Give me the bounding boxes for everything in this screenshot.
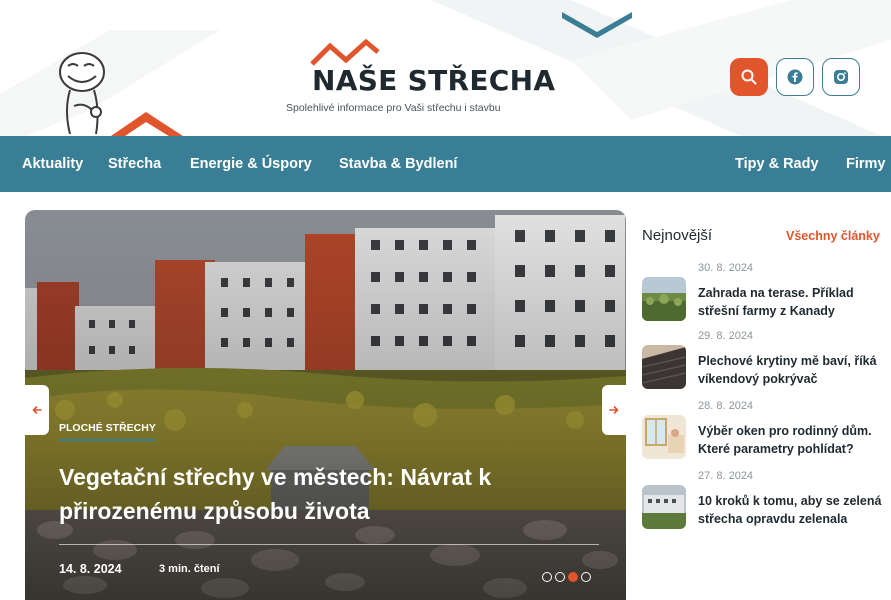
- hero-divider: [59, 544, 599, 545]
- nav-item-stavba-bydleni[interactable]: Stavba & Bydlení: [339, 136, 457, 192]
- nav-item-strecha[interactable]: Střecha: [108, 136, 161, 192]
- slider-prev-button[interactable]: [25, 385, 49, 435]
- slider-dots: [542, 572, 591, 582]
- site-name: NAŠE STŘECHA: [312, 64, 556, 97]
- article-read-time: 3 min. čtení: [159, 563, 220, 575]
- main-navigation: Aktuality Střecha Energie & Úspory Stavb…: [0, 136, 891, 192]
- slider-dot[interactable]: [555, 572, 565, 582]
- category-underline: [59, 439, 155, 441]
- search-button[interactable]: [730, 58, 768, 96]
- article-thumbnail: [642, 345, 686, 389]
- article-thumbnail: [642, 415, 686, 459]
- facebook-button[interactable]: [776, 58, 814, 96]
- article-date: 14. 8. 2024: [59, 562, 122, 576]
- instagram-button[interactable]: [822, 58, 860, 96]
- nav-item-energie-uspory[interactable]: Energie & Úspory: [190, 136, 312, 192]
- slider-dot[interactable]: [581, 572, 591, 582]
- article-date: 29. 8. 2024: [698, 330, 754, 342]
- arrow-left-icon: [32, 406, 42, 414]
- all-articles-link[interactable]: Všechny články: [786, 229, 880, 243]
- nav-item-aktuality[interactable]: Aktuality: [22, 136, 83, 192]
- article-category[interactable]: PLOCHÉ STŘECHY: [59, 422, 156, 434]
- article-date: 28. 8. 2024: [698, 400, 754, 412]
- instagram-icon: [834, 70, 848, 84]
- site-tagline: Spolehlivé informace pro Vaši střechu i …: [286, 102, 501, 114]
- chevron-shape: [562, 12, 632, 38]
- facebook-icon: [787, 69, 803, 85]
- hero-photo: [25, 210, 626, 600]
- article-date: 30. 8. 2024: [698, 262, 754, 274]
- nav-item-firmy[interactable]: Firmy: [846, 136, 886, 192]
- site-logo[interactable]: NAŠE STŘECHA Spolehlivé informace pro Va…: [286, 38, 576, 118]
- slider-dot-active[interactable]: [568, 572, 578, 582]
- site-header: NAŠE STŘECHA Spolehlivé informace pro Va…: [0, 0, 891, 138]
- article-title[interactable]: Zahrada na terase. Příklad střešní farmy…: [698, 284, 888, 320]
- latest-articles: Nejnovější Všechny články 30. 8. 2024 Za…: [642, 210, 891, 600]
- search-icon: [741, 69, 757, 85]
- nav-item-tipy-rady[interactable]: Tipy & Rady: [735, 136, 819, 192]
- header-actions: [730, 58, 860, 96]
- article-date: 27. 8. 2024: [698, 470, 754, 482]
- arrow-right-icon: [609, 406, 619, 414]
- article-thumbnail: [642, 485, 686, 529]
- latest-heading: Nejnovější: [642, 227, 713, 244]
- slider-dot[interactable]: [542, 572, 552, 582]
- featured-article-slider[interactable]: PLOCHÉ STŘECHY Vegetační střechy ve měst…: [25, 210, 626, 600]
- article-title[interactable]: Vegetační střechy ve městech: Návrat k p…: [59, 460, 529, 528]
- mascot-illustration: [59, 52, 105, 134]
- roof-shape: [108, 112, 186, 138]
- article-title[interactable]: 10 kroků k tomu, aby se zelená střecha o…: [698, 492, 888, 528]
- slider-next-button[interactable]: [602, 385, 626, 435]
- article-title[interactable]: Plechové krytiny mě baví, říká víkendový…: [698, 352, 888, 388]
- article-thumbnail: [642, 277, 686, 321]
- article-title[interactable]: Výběr oken pro rodinný dům. Které parame…: [698, 422, 888, 458]
